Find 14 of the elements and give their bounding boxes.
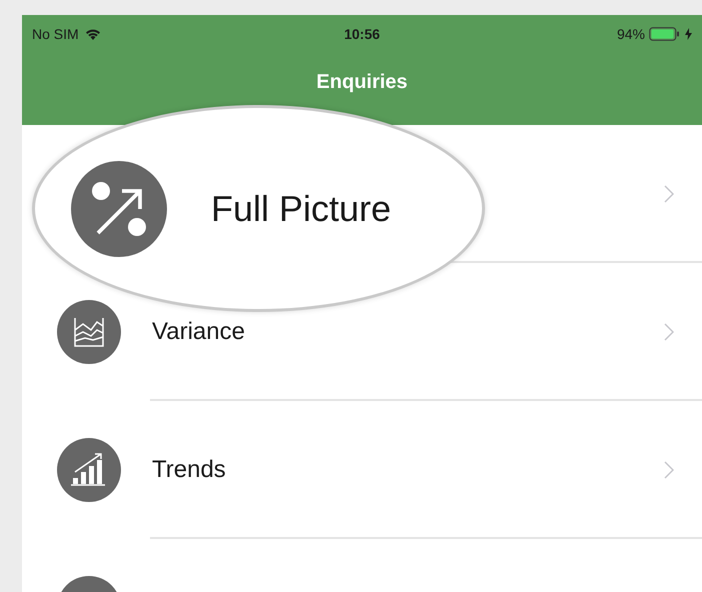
screen-title: Enquiries [316,70,408,95]
clock-label: 10:56 [344,24,380,44]
chevron-icon[interactable] [664,185,674,203]
area-chart-icon [57,300,121,364]
carrier-label: No SIM [32,24,79,44]
battery-percentage: 94% [616,24,645,44]
wifi-icon [84,28,101,40]
menu-item-label[interactable]: Trends [152,456,226,483]
bar-chart-icon [57,438,121,502]
menu-item-label[interactable]: Variance [152,318,245,345]
battery-icon [649,27,681,41]
chevron-icon[interactable] [664,323,674,341]
menu-item-label[interactable]: Full Picture [211,182,392,236]
chevron-icon[interactable] [664,461,674,479]
